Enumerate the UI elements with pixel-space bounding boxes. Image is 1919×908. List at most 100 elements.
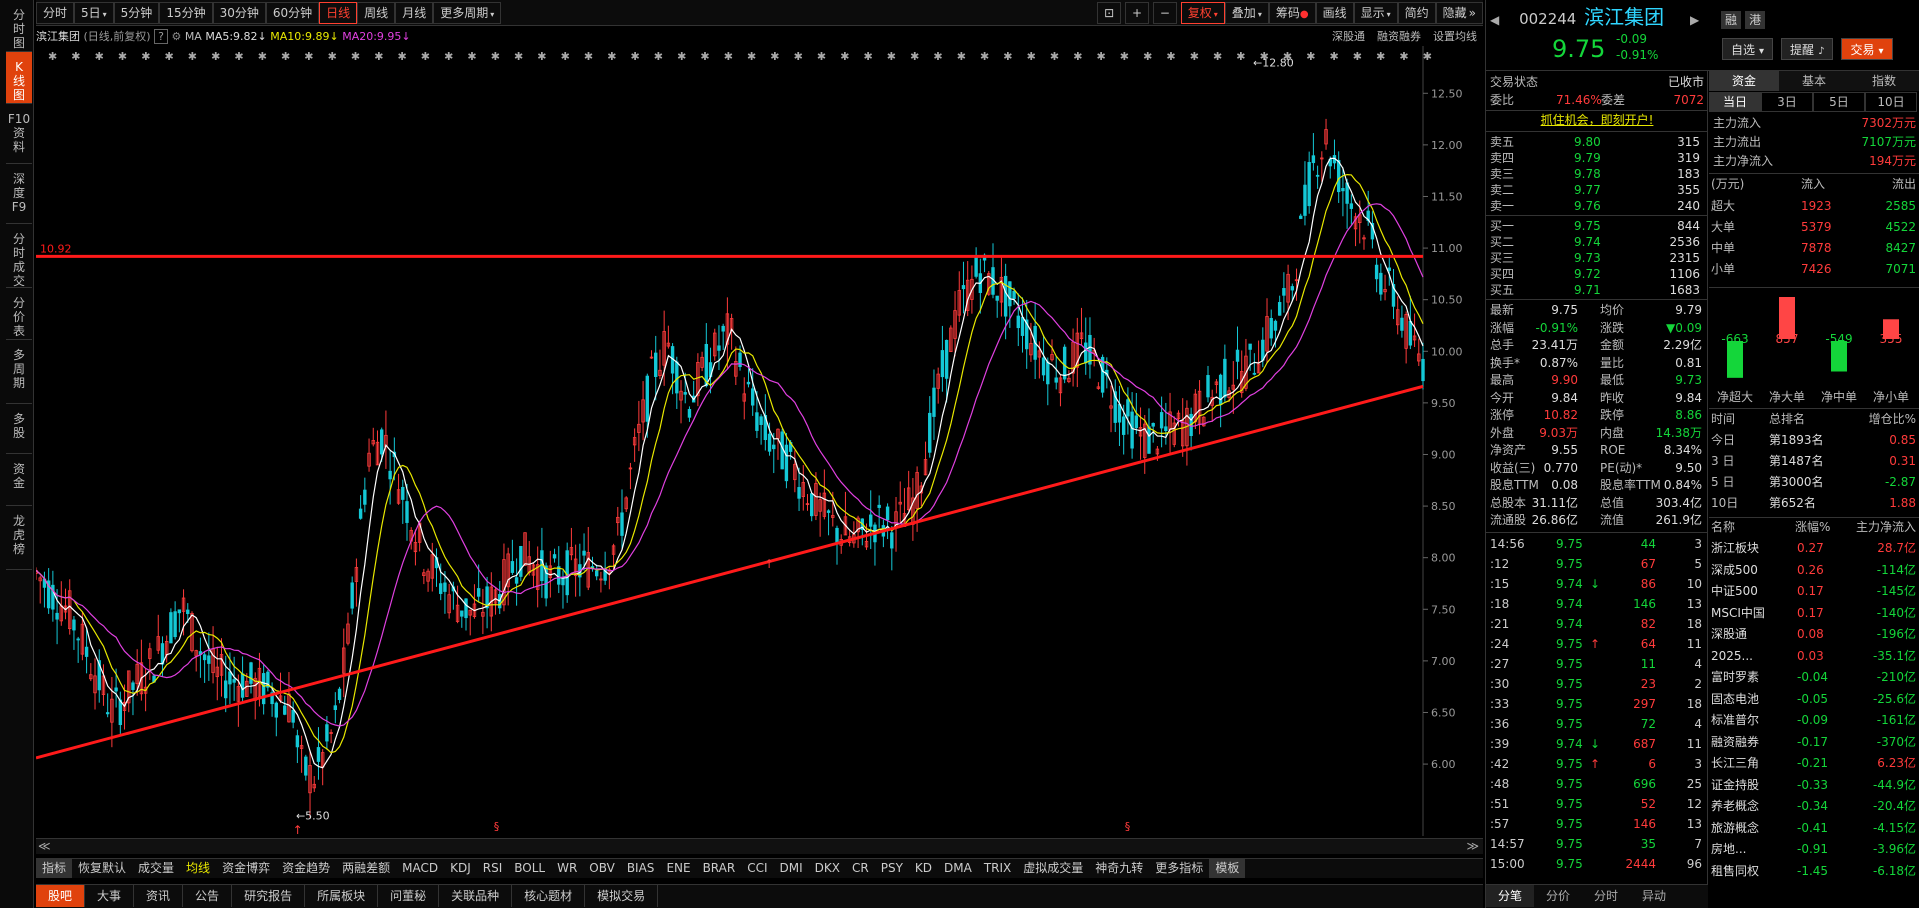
indicator-tab-25[interactable]: 神奇九转 [1089,859,1149,878]
period-button-1[interactable]: 5日 ▾ [74,2,114,24]
fund-period-3[interactable]: 10日 [1865,92,1917,112]
tick-tab-1[interactable]: 分价 [1534,885,1582,907]
sector-name: 深成500 [1711,562,1758,577]
lock-icon[interactable]: ⊡ [1097,2,1122,24]
info-tab-0[interactable]: 股吧 [36,885,86,907]
quote-button-0[interactable]: 自选 ▾ [1722,38,1774,60]
indicator-tab-17[interactable]: DMI [774,859,809,878]
indicator-tab-22[interactable]: DMA [938,859,978,878]
scroll-left-button[interactable]: ≪ [38,839,51,853]
view-tab-0[interactable]: 分 时 图 [6,0,32,52]
view-tab-1[interactable]: K 线 图 [6,52,32,104]
info-tab-3[interactable]: 公告 [183,885,233,907]
indicator-tab-8[interactable]: KDJ [444,859,477,878]
indicator-tab-14[interactable]: ENE [660,859,696,878]
kline-chart[interactable]: 12.50 12.00 11.50 11.00 10.50 10.00 9.50 9.00 8.… [36,46,1483,836]
scroll-right-button[interactable]: ≫ [1466,839,1479,853]
open-account-link[interactable]: 抓住机会，即刻开户! [1486,111,1708,129]
period-button-9[interactable]: 更多周期 ▾ [433,2,502,24]
tick-tab-3[interactable]: 异动 [1630,885,1678,907]
indicator-tab-12[interactable]: OBV [583,859,621,878]
indicator-tab-11[interactable]: WR [551,859,583,878]
period-button-3[interactable]: 15分钟 [159,2,213,24]
view-tab-5[interactable]: 分 价 表 [6,288,32,340]
zoom-out-icon[interactable]: − [1152,2,1177,24]
help-button[interactable]: ? [154,29,168,44]
gear-icon[interactable]: ⚙ [171,30,181,43]
quote-button-1[interactable]: 提醒 ♪ [1781,38,1834,60]
indicator-tab-21[interactable]: KD [909,859,938,878]
info-tab-6[interactable]: 问董秘 [378,885,440,907]
indicator-tab-7[interactable]: MACD [396,859,444,878]
zoom-in-icon[interactable]: + [1124,2,1150,24]
indicator-tab-2[interactable]: 成交量 [132,859,180,878]
toolbar-button-5[interactable]: 简约 [1397,2,1436,24]
info-tab-5[interactable]: 所属板块 [305,885,379,907]
info-link-0[interactable]: 深股通 [1332,30,1365,43]
indicator-tab-24[interactable]: 虚拟成交量 [1017,859,1089,878]
view-tab-3[interactable]: 深 度 F9 [6,164,32,224]
period-button-8[interactable]: 月线 [395,2,434,24]
indicator-tab-0[interactable]: 指标 [36,859,73,878]
fund-tab-1[interactable]: 基本 [1779,71,1849,91]
indicator-tab-9[interactable]: RSI [477,859,509,878]
info-link-1[interactable]: 融资融券 [1377,30,1421,43]
indicator-tab-20[interactable]: PSY [875,859,909,878]
toolbar-button-4[interactable]: 显示 ▾ [1353,2,1398,24]
indicator-tab-27[interactable]: 模板 [1209,859,1246,878]
fund-period-1[interactable]: 3日 [1761,92,1813,112]
period-button-2[interactable]: 5分钟 [113,2,160,24]
kline-chart-svg[interactable]: 12.50 12.00 11.50 11.00 10.50 10.00 9.50 9.00 8.… [36,46,1483,836]
view-tab-2[interactable]: F10 资 料 [6,104,32,164]
candle-body [1159,412,1164,429]
toolbar-button-6[interactable]: 隐藏» [1435,2,1483,24]
candle-body [565,550,569,596]
period-button-6[interactable]: 日线 [319,2,358,24]
toolbar-button-0[interactable]: 复权 ▾ [1180,2,1225,24]
chart-scrollbar[interactable]: ≪ ≫ [36,838,1483,854]
period-button-7[interactable]: 周线 [357,2,396,24]
view-tab-7[interactable]: 多 股 [6,404,32,454]
toolbar-button-3[interactable]: 画线 [1315,2,1354,24]
period-button-5[interactable]: 60分钟 [265,2,320,24]
info-tab-7[interactable]: 关联品种 [439,885,513,907]
indicator-tab-6[interactable]: 两融差额 [336,859,396,878]
tick-tab-2[interactable]: 分时 [1582,885,1630,907]
indicator-tab-19[interactable]: CR [846,859,875,878]
view-tab-8[interactable]: 资 金 [6,454,32,506]
candle-body [1117,403,1122,423]
period-button-4[interactable]: 30分钟 [212,2,266,24]
fund-tab-2[interactable]: 指数 [1849,71,1919,91]
toolbar-button-1[interactable]: 叠加 ▾ [1224,2,1269,24]
indicator-tab-10[interactable]: BOLL [508,859,551,878]
fund-tab-0[interactable]: 资金 [1709,71,1779,91]
tick-tab-0[interactable]: 分笔 [1486,885,1534,907]
info-tab-2[interactable]: 资讯 [134,885,184,907]
weibi-value: 71.46% [1556,93,1602,107]
indicator-tab-23[interactable]: TRIX [978,859,1017,878]
indicator-tab-4[interactable]: 资金博弈 [216,859,276,878]
indicator-tab-1[interactable]: 恢复默认 [72,859,132,878]
info-tab-1[interactable]: 大事 [85,885,135,907]
prev-stock-icon[interactable]: ◀ [1490,13,1499,27]
period-button-0[interactable]: 分时 [36,2,75,24]
info-link-2[interactable]: 设置均线 [1433,30,1477,43]
info-tab-4[interactable]: 研究报告 [232,885,306,907]
indicator-tab-3[interactable]: 均线 [180,859,216,878]
info-tab-9[interactable]: 模拟交易 [585,885,659,907]
info-tab-8[interactable]: 核心题材 [512,885,586,907]
view-tab-9[interactable]: 龙 虎 榜 [6,506,32,570]
indicator-tab-26[interactable]: 更多指标 [1149,859,1209,878]
view-tab-6[interactable]: 多 周 期 [6,340,32,404]
toolbar-button-2[interactable]: 筹码● [1268,2,1316,24]
next-stock-icon[interactable]: ▶ [1690,13,1699,27]
view-tab-4[interactable]: 分 时 成 交 [6,224,32,288]
indicator-tab-15[interactable]: BRAR [697,859,742,878]
fund-period-2[interactable]: 5日 [1813,92,1865,112]
fund-period-0[interactable]: 当日 [1709,92,1761,112]
indicator-tab-5[interactable]: 资金趋势 [276,859,336,878]
indicator-tab-13[interactable]: BIAS [621,859,661,878]
quote-button-2[interactable]: 交易 ▾ [1841,38,1893,60]
indicator-tab-16[interactable]: CCI [741,859,773,878]
indicator-tab-18[interactable]: DKX [809,859,846,878]
